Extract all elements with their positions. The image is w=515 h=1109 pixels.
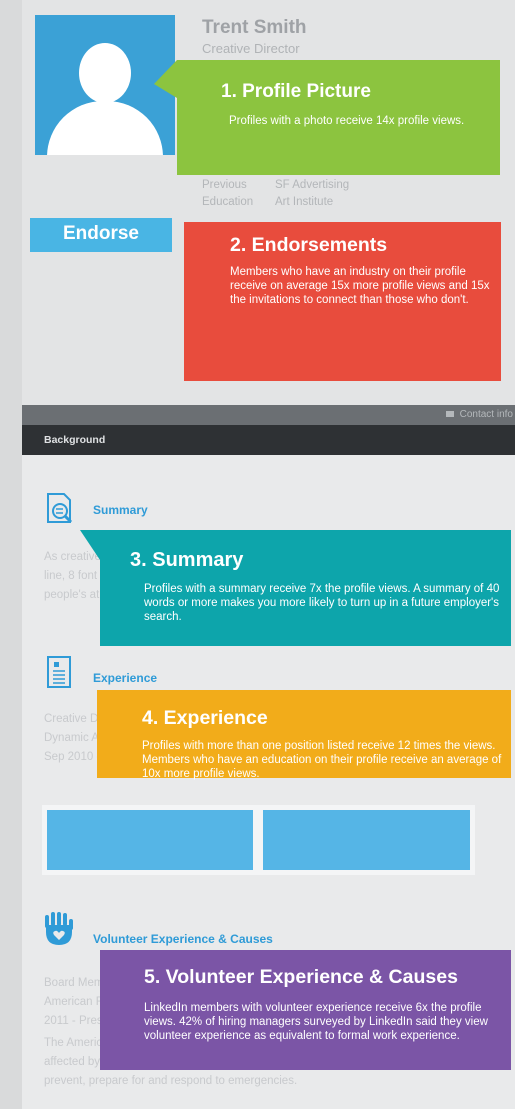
callout-text: Profiles with a photo receive 14x profil… bbox=[229, 115, 465, 127]
callout-text: Profiles with more than one position lis… bbox=[142, 740, 502, 780]
callout-profile-picture: 1. Profile Picture Profiles with a photo… bbox=[177, 60, 500, 175]
callout-title: 4. Experience bbox=[142, 707, 268, 729]
callout-summary: 3. Summary Profiles with a summary recei… bbox=[100, 530, 511, 646]
callout-title: 5. Volunteer Experience & Causes bbox=[144, 966, 458, 988]
callout-text: Members who have an industry on their pr… bbox=[230, 266, 490, 306]
callout-title: 2. Endorsements bbox=[230, 234, 388, 256]
callout-title: 1. Profile Picture bbox=[221, 81, 371, 102]
callout-volunteer: 5. Volunteer Experience & Causes LinkedI… bbox=[100, 950, 511, 1070]
callout-experience: 4. Experience Profiles with more than on… bbox=[97, 690, 511, 780]
callout-endorsements: 2. Endorsements Members who have an indu… bbox=[184, 222, 501, 381]
callout-title: 3. Summary bbox=[130, 549, 244, 571]
linkedin-profile-infographic: Trent Smith Creative Director Previous S… bbox=[0, 0, 515, 1109]
callout-text: LinkedIn members with volunteer experien… bbox=[144, 1002, 488, 1042]
callout-text: Profiles with a summary receive 7x the p… bbox=[144, 583, 500, 623]
callout-pointer-photo bbox=[154, 60, 177, 98]
callout-pointer-summary bbox=[80, 530, 100, 560]
